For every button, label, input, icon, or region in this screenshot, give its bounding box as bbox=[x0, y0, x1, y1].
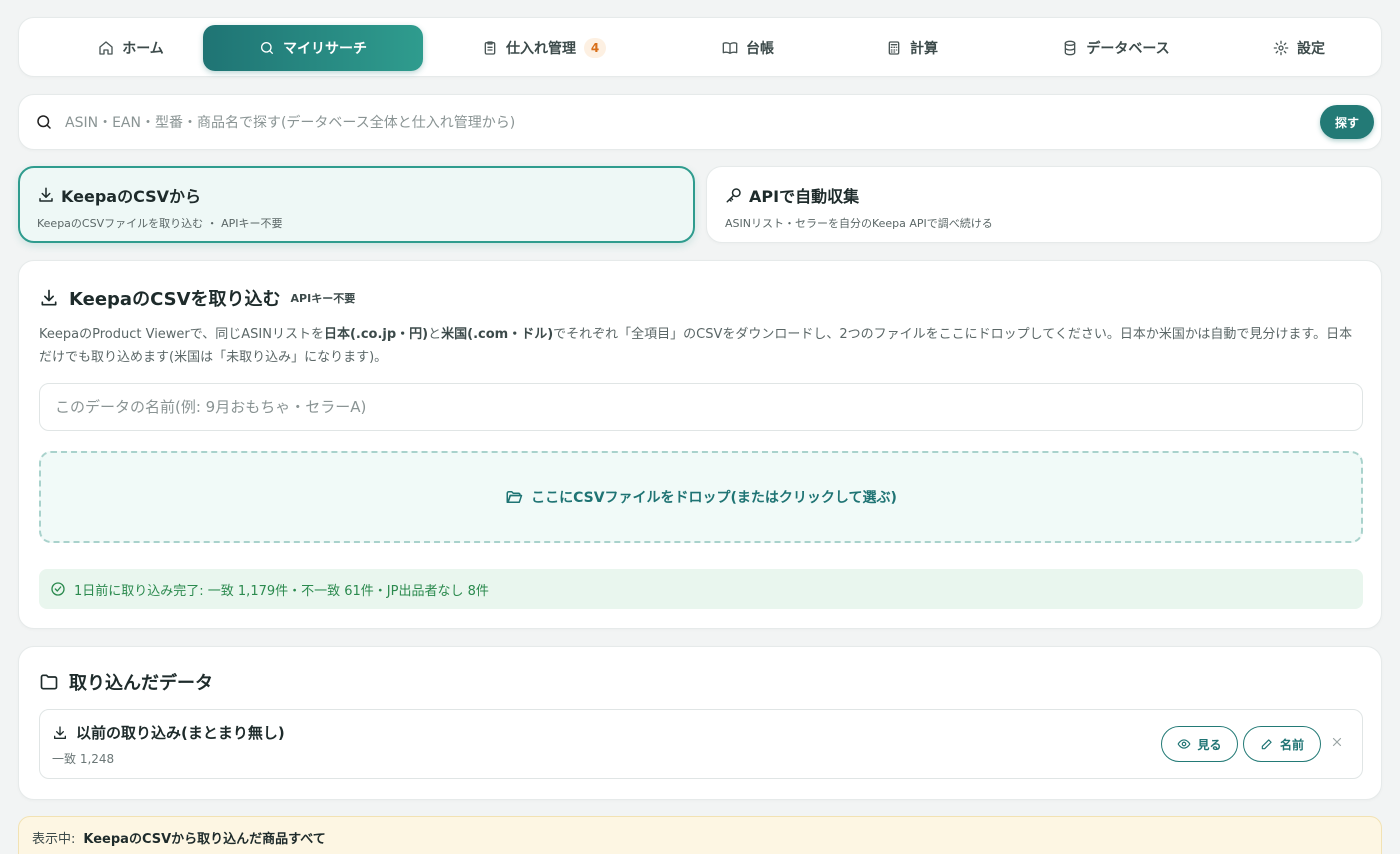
csv-import-panel: KeepaのCSVを取り込む APIキー不要 KeepaのProduct Vie… bbox=[18, 260, 1382, 629]
delete-button[interactable] bbox=[1330, 735, 1348, 753]
import-description: KeepaのProduct Viewerで、同じASINリストを日本(.co.j… bbox=[39, 323, 1365, 369]
eye-icon bbox=[1177, 737, 1191, 751]
download-icon bbox=[39, 288, 59, 308]
mode-api-card[interactable]: APIで自動収集 ASINリスト・セラーを自分のKeepa APIで調べ続ける bbox=[706, 166, 1382, 243]
check-circle-icon bbox=[50, 581, 66, 597]
view-button[interactable]: 見る bbox=[1161, 726, 1238, 762]
key-icon bbox=[725, 186, 743, 204]
desc-japan: 日本(.co.jp・円) bbox=[323, 327, 429, 342]
import-title: KeepaのCSVを取り込む bbox=[69, 289, 281, 310]
showing-value: KeepaのCSVから取り込んだ商品すべて bbox=[83, 832, 326, 847]
showing-label: 表示中: bbox=[32, 832, 76, 847]
import-status-text: 1日前に取り込み完了: 一致 1,179件・不一致 61件・JP出品者なし 8件 bbox=[74, 583, 489, 599]
desc-text-2: と bbox=[428, 327, 442, 342]
nav-database-label: データベース bbox=[1086, 41, 1170, 57]
nav-purchasing-label: 仕入れ管理 bbox=[506, 41, 576, 57]
mode-api-title: APIで自動収集 bbox=[749, 187, 860, 206]
data-item-count: 一致 1,248 bbox=[52, 752, 115, 766]
import-status: 1日前に取り込み完了: 一致 1,179件・不一致 61件・JP出品者なし 8件 bbox=[39, 569, 1363, 609]
top-nav: ホーム マイリサーチ 仕入れ管理 4 台帳 計算 データベース 設定 bbox=[18, 17, 1382, 77]
nav-purchasing[interactable]: 仕入れ管理 4 bbox=[459, 25, 629, 71]
data-item-title: 以前の取り込み(まとまり無し) bbox=[76, 724, 285, 742]
nav-settings[interactable]: 設定 bbox=[1249, 25, 1349, 71]
search-input[interactable] bbox=[65, 107, 1305, 139]
download-icon bbox=[37, 186, 55, 204]
nav-home[interactable]: ホーム bbox=[53, 25, 209, 71]
rename-button[interactable]: 名前 bbox=[1243, 726, 1321, 762]
view-button-label: 見る bbox=[1197, 737, 1222, 752]
list-item: 以前の取り込み(まとまり無し) 一致 1,248 見る 名前 bbox=[39, 709, 1363, 779]
no-api-key-tag: APIキー不要 bbox=[290, 292, 356, 305]
folder-open-icon bbox=[505, 488, 523, 506]
nav-calculator-label: 計算 bbox=[910, 41, 938, 57]
purchasing-count-badge: 4 bbox=[584, 38, 606, 58]
book-icon bbox=[722, 40, 738, 56]
database-icon bbox=[1062, 40, 1078, 56]
pencil-icon bbox=[1260, 737, 1274, 751]
nav-home-label: ホーム bbox=[122, 41, 164, 57]
calculator-icon bbox=[886, 40, 902, 56]
showing-bar: 表示中: KeepaのCSVから取り込んだ商品すべて bbox=[18, 816, 1382, 854]
data-name-input[interactable] bbox=[39, 383, 1363, 431]
search-icon bbox=[259, 40, 275, 56]
imported-data-panel: 取り込んだデータ 以前の取り込み(まとまり無し) 一致 1,248 見る 名前 bbox=[18, 646, 1382, 800]
desc-us: 米国(.com・ドル) bbox=[441, 327, 554, 342]
home-icon bbox=[98, 40, 114, 56]
nav-database[interactable]: データベース bbox=[1031, 25, 1201, 71]
search-icon bbox=[37, 115, 51, 129]
nav-my-research[interactable]: マイリサーチ bbox=[203, 25, 423, 71]
gear-icon bbox=[1273, 40, 1289, 56]
nav-settings-label: 設定 bbox=[1297, 41, 1325, 57]
nav-my-research-label: マイリサーチ bbox=[283, 41, 367, 57]
rename-button-label: 名前 bbox=[1279, 737, 1304, 752]
mode-api-subtitle: ASINリスト・セラーを自分のKeepa APIで調べ続ける bbox=[725, 217, 993, 230]
close-icon bbox=[1330, 735, 1348, 749]
mode-csv-card[interactable]: KeepaのCSVから KeepaのCSVファイルを取り込む ・ APIキー不要 bbox=[18, 166, 695, 243]
desc-text-1: KeepaのProduct Viewerで、同じASINリストを bbox=[39, 327, 324, 342]
clipboard-icon bbox=[482, 40, 498, 56]
download-icon bbox=[52, 725, 68, 741]
mode-csv-title: KeepaのCSVから bbox=[61, 187, 202, 206]
nav-ledger[interactable]: 台帳 bbox=[693, 25, 803, 71]
folder-icon bbox=[39, 672, 59, 692]
dropzone-label: ここにCSVファイルをドロップ(またはクリックして選ぶ) bbox=[531, 490, 897, 506]
nav-ledger-label: 台帳 bbox=[746, 41, 774, 57]
search-bar: 探す bbox=[18, 94, 1382, 150]
nav-calculator[interactable]: 計算 bbox=[857, 25, 967, 71]
imported-title: 取り込んだデータ bbox=[69, 673, 213, 694]
mode-csv-subtitle: KeepaのCSVファイルを取り込む ・ APIキー不要 bbox=[37, 217, 283, 230]
csv-dropzone[interactable]: ここにCSVファイルをドロップ(またはクリックして選ぶ) bbox=[39, 451, 1363, 543]
search-button[interactable]: 探す bbox=[1320, 105, 1374, 139]
